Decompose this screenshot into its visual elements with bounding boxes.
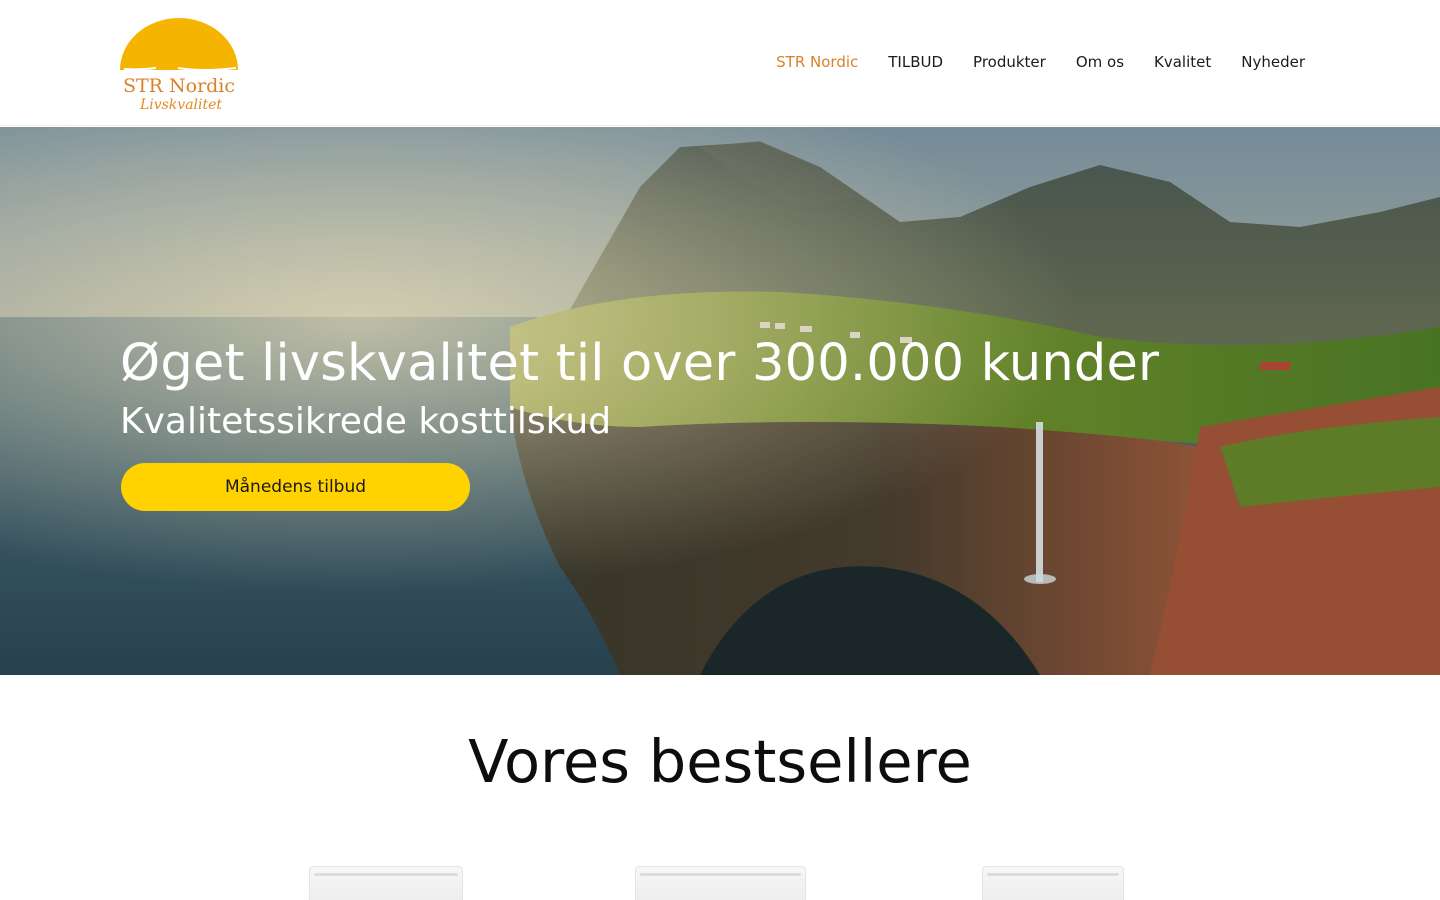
bestsellers-heading: Vores bestsellere: [468, 727, 972, 796]
brand-logo[interactable]: STR Nordic Livskvalitet: [118, 12, 240, 114]
hero-title: Øget livskvalitet til over 300.000 kunde…: [120, 334, 1160, 393]
nav-item-str-nordic[interactable]: STR Nordic: [776, 50, 858, 74]
hero-subtitle: Kvalitetssikrede kosttilskud: [120, 401, 612, 442]
product-jar-image: [635, 866, 806, 900]
nav-item-produkter[interactable]: Produkter: [973, 50, 1046, 74]
logo-tagline-text: Livskvalitet: [139, 97, 222, 113]
nav-item-om-os[interactable]: Om os: [1076, 50, 1124, 74]
main-nav: STR Nordic TILBUD Produkter Om os Kvalit…: [776, 50, 1305, 74]
product-jar-image: [982, 866, 1124, 900]
nav-item-tilbud[interactable]: TILBUD: [888, 50, 943, 74]
nav-item-kvalitet[interactable]: Kvalitet: [1154, 50, 1211, 74]
product-card[interactable]: [309, 866, 463, 900]
logo-brand-text: STR Nordic: [123, 75, 235, 97]
site-header: STR Nordic Livskvalitet STR Nordic TILBU…: [0, 0, 1440, 126]
sun-logo-icon: STR Nordic Livskvalitet: [120, 18, 238, 113]
nav-item-nyheder[interactable]: Nyheder: [1241, 50, 1305, 74]
product-card[interactable]: [635, 866, 806, 900]
product-jar-image: [309, 866, 463, 900]
monthly-offer-button[interactable]: Månedens tilbud: [121, 463, 470, 511]
product-card[interactable]: [982, 866, 1124, 900]
hero-banner: Øget livskvalitet til over 300.000 kunde…: [0, 127, 1440, 675]
